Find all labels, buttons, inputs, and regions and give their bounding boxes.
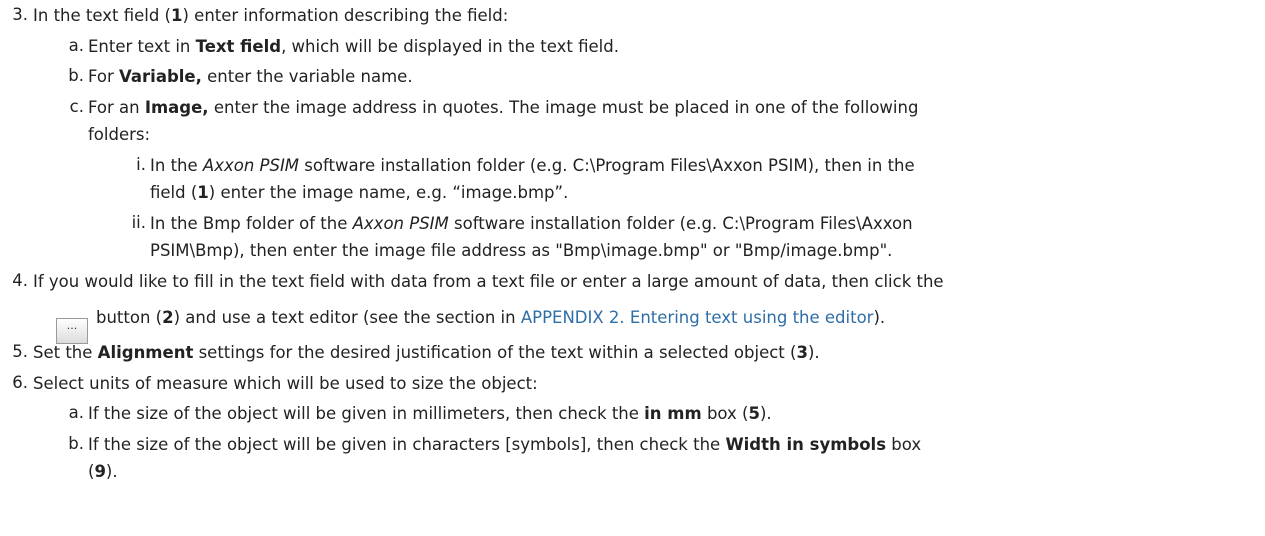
list-letter: c. (69, 97, 84, 116)
list-item-3a: Enter text in Text field, which will be … (88, 37, 619, 56)
list-roman: ii. (131, 213, 146, 232)
list-item-3c-i: In the Axxon PSIM software installation … (150, 156, 915, 175)
list-number: 5. (12, 342, 28, 361)
list-item-3c-continued: folders: (88, 125, 151, 144)
list-item-5: Set the Alignment settings for the desir… (33, 343, 820, 362)
list-item-6b: If the size of the object will be given … (88, 435, 922, 454)
list-letter: a. (68, 403, 84, 422)
list-item-4: If you would like to fill in the text fi… (33, 272, 944, 291)
list-item-3b: For Variable, enter the variable name. (88, 67, 413, 86)
list-letter: b. (68, 66, 84, 85)
list-letter: a. (68, 36, 84, 55)
list-item-3c-i-continued: field (1) enter the image name, e.g. “im… (150, 183, 569, 202)
list-roman: i. (136, 155, 146, 174)
list-item-4-continued: ... button (2) and use a text editor (see… (56, 307, 885, 344)
list-item-6: Select units of measure which will be us… (33, 374, 538, 393)
list-item-3: In the text field (1) enter information … (33, 6, 509, 25)
list-number: 3. (12, 5, 28, 24)
list-item-6b-continued: (9). (88, 462, 118, 481)
list-item-3c: For an Image, enter the image address in… (88, 98, 919, 117)
list-item-3c-ii-continued: PSIM\Bmp), then enter the image file add… (150, 241, 893, 260)
list-letter: b. (68, 434, 84, 453)
ellipsis-button-icon: ... (56, 318, 88, 344)
list-item-6a: If the size of the object will be given … (88, 404, 772, 423)
list-item-3c-ii: In the Bmp folder of the Axxon PSIM soft… (150, 214, 913, 233)
appendix-link[interactable]: APPENDIX 2. Entering text using the edit… (521, 308, 874, 327)
list-number: 6. (12, 373, 28, 392)
list-number: 4. (12, 271, 28, 290)
